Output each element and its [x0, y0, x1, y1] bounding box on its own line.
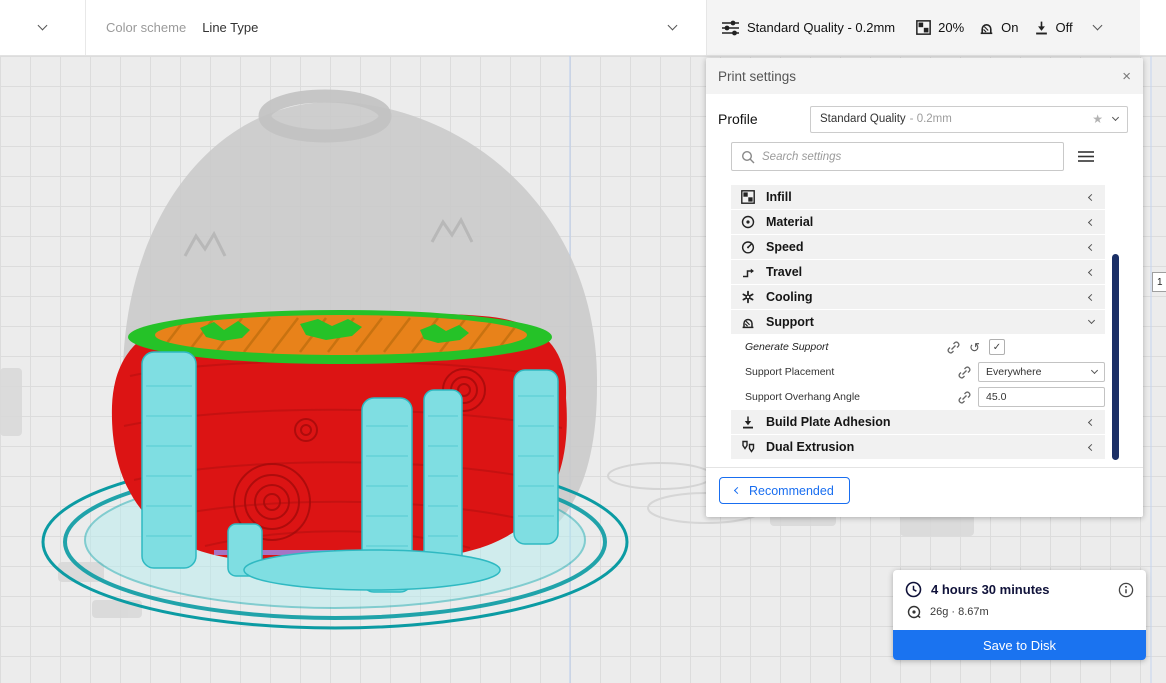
- chevron-down-icon: [1090, 366, 1099, 374]
- travel-icon: [739, 265, 757, 279]
- profile-row: Profile Standard Quality - 0.2mm ★: [706, 94, 1143, 134]
- category-travel[interactable]: Travel: [731, 260, 1105, 284]
- setting-generate-support: Generate Support ↺ ✓: [731, 335, 1105, 359]
- chevron-down-icon: [667, 20, 678, 31]
- adhesion-icon: [1034, 20, 1049, 35]
- save-to-disk-button[interactable]: Save to Disk: [893, 630, 1146, 660]
- spool-icon: [907, 605, 921, 619]
- chevron-down-icon: [37, 20, 48, 31]
- summary-support: On: [1001, 20, 1019, 35]
- topbar-gap: [1140, 0, 1166, 55]
- search-settings-input[interactable]: [762, 150, 1054, 163]
- cooling-icon: [739, 290, 757, 304]
- speed-icon: [739, 240, 757, 254]
- support-icon: [979, 20, 994, 35]
- chevron-left-icon: [1087, 193, 1096, 201]
- chevron-left-icon: [1087, 218, 1096, 226]
- star-icon[interactable]: ★: [1092, 112, 1103, 126]
- infill-icon: [916, 20, 932, 35]
- print-settings-summary-button[interactable]: Standard Quality - 0.2mm 20% On Off: [706, 0, 1140, 55]
- panel-scrollbar[interactable]: [1112, 254, 1119, 460]
- color-scheme-dropdown[interactable]: Color scheme Line Type: [86, 0, 706, 55]
- setting-support-overhang-angle: Support Overhang Angle: [731, 385, 1105, 409]
- layer-indicator[interactable]: 1: [1152, 272, 1166, 292]
- color-scheme-label: Color scheme: [106, 20, 187, 35]
- print-duration: 4 hours 30 minutes: [931, 582, 1050, 597]
- category-speed[interactable]: Speed: [731, 235, 1105, 259]
- generate-support-checkbox[interactable]: ✓: [989, 339, 1005, 355]
- clock-icon: [905, 581, 922, 598]
- search-icon: [741, 150, 755, 164]
- material-usage: 26g · 8.67m: [930, 606, 989, 618]
- profile-detail: - 0.2mm: [909, 113, 952, 125]
- chevron-left-icon: [1087, 418, 1096, 426]
- infill-icon: [739, 190, 757, 204]
- chevron-down-icon: [1092, 20, 1103, 31]
- menu-icon[interactable]: [1077, 150, 1095, 163]
- chevron-left-icon: [733, 486, 742, 495]
- chevron-left-icon: [1087, 443, 1096, 451]
- top-toolbar: Color scheme Line Type Standard Quality …: [0, 0, 1166, 56]
- profile-name: Standard Quality: [820, 113, 906, 125]
- sliders-icon: [721, 20, 740, 36]
- print-estimate-card: 4 hours 30 minutes 26g · 8.67m Save to D…: [893, 570, 1146, 660]
- profile-label: Profile: [718, 111, 758, 127]
- category-dual-extrusion[interactable]: Dual Extrusion: [731, 435, 1105, 459]
- chevron-down-icon: [1111, 113, 1120, 121]
- adhesion-icon: [739, 415, 757, 429]
- summary-adhesion: Off: [1055, 20, 1073, 35]
- toolpath-ghost: [607, 462, 713, 490]
- settings-category-list: Infill Material Speed Travel Cooling Sup…: [731, 185, 1105, 459]
- link-icon[interactable]: [947, 341, 960, 354]
- setting-label: Generate Support: [745, 341, 829, 353]
- chevron-left-icon: [1087, 293, 1096, 301]
- print-settings-panel: Print settings × Profile Standard Qualit…: [706, 58, 1143, 517]
- support-icon: [739, 315, 757, 329]
- close-icon[interactable]: ×: [1122, 69, 1131, 84]
- panel-title: Print settings: [718, 68, 797, 84]
- material-icon: [739, 215, 757, 229]
- category-build-plate-adhesion[interactable]: Build Plate Adhesion: [731, 410, 1105, 434]
- view-dropdown[interactable]: [0, 0, 86, 55]
- recommended-mode-button[interactable]: Recommended: [719, 477, 850, 504]
- overhang-angle-input[interactable]: [978, 387, 1105, 407]
- reset-icon[interactable]: ↺: [969, 341, 980, 354]
- chevron-left-icon: [1087, 243, 1096, 251]
- setting-support-placement: Support Placement Everywhere: [731, 360, 1105, 384]
- info-icon[interactable]: [1118, 582, 1134, 598]
- search-row: [706, 134, 1143, 179]
- category-support[interactable]: Support: [731, 310, 1105, 334]
- dual-extrusion-icon: [739, 440, 757, 454]
- panel-header: Print settings ×: [706, 58, 1143, 94]
- category-infill[interactable]: Infill: [731, 185, 1105, 209]
- chevron-left-icon: [1087, 268, 1096, 276]
- category-cooling[interactable]: Cooling: [731, 285, 1105, 309]
- search-box: [731, 142, 1064, 171]
- chevron-down-icon: [1087, 316, 1096, 324]
- setting-label: Support Overhang Angle: [745, 391, 860, 403]
- support-placement-dropdown[interactable]: Everywhere: [978, 362, 1105, 382]
- summary-infill: 20%: [938, 20, 965, 35]
- category-material[interactable]: Material: [731, 210, 1105, 234]
- setting-label: Support Placement: [745, 366, 835, 378]
- link-icon[interactable]: [958, 366, 971, 379]
- link-icon[interactable]: [958, 391, 971, 404]
- summary-profile: Standard Quality - 0.2mm: [747, 20, 896, 35]
- profile-dropdown[interactable]: Standard Quality - 0.2mm ★: [810, 105, 1128, 133]
- color-scheme-value: Line Type: [202, 20, 259, 35]
- cura-preview-window: 1 Color scheme Line Type Standard Qualit…: [0, 0, 1166, 683]
- panel-footer: Recommended: [706, 467, 1143, 517]
